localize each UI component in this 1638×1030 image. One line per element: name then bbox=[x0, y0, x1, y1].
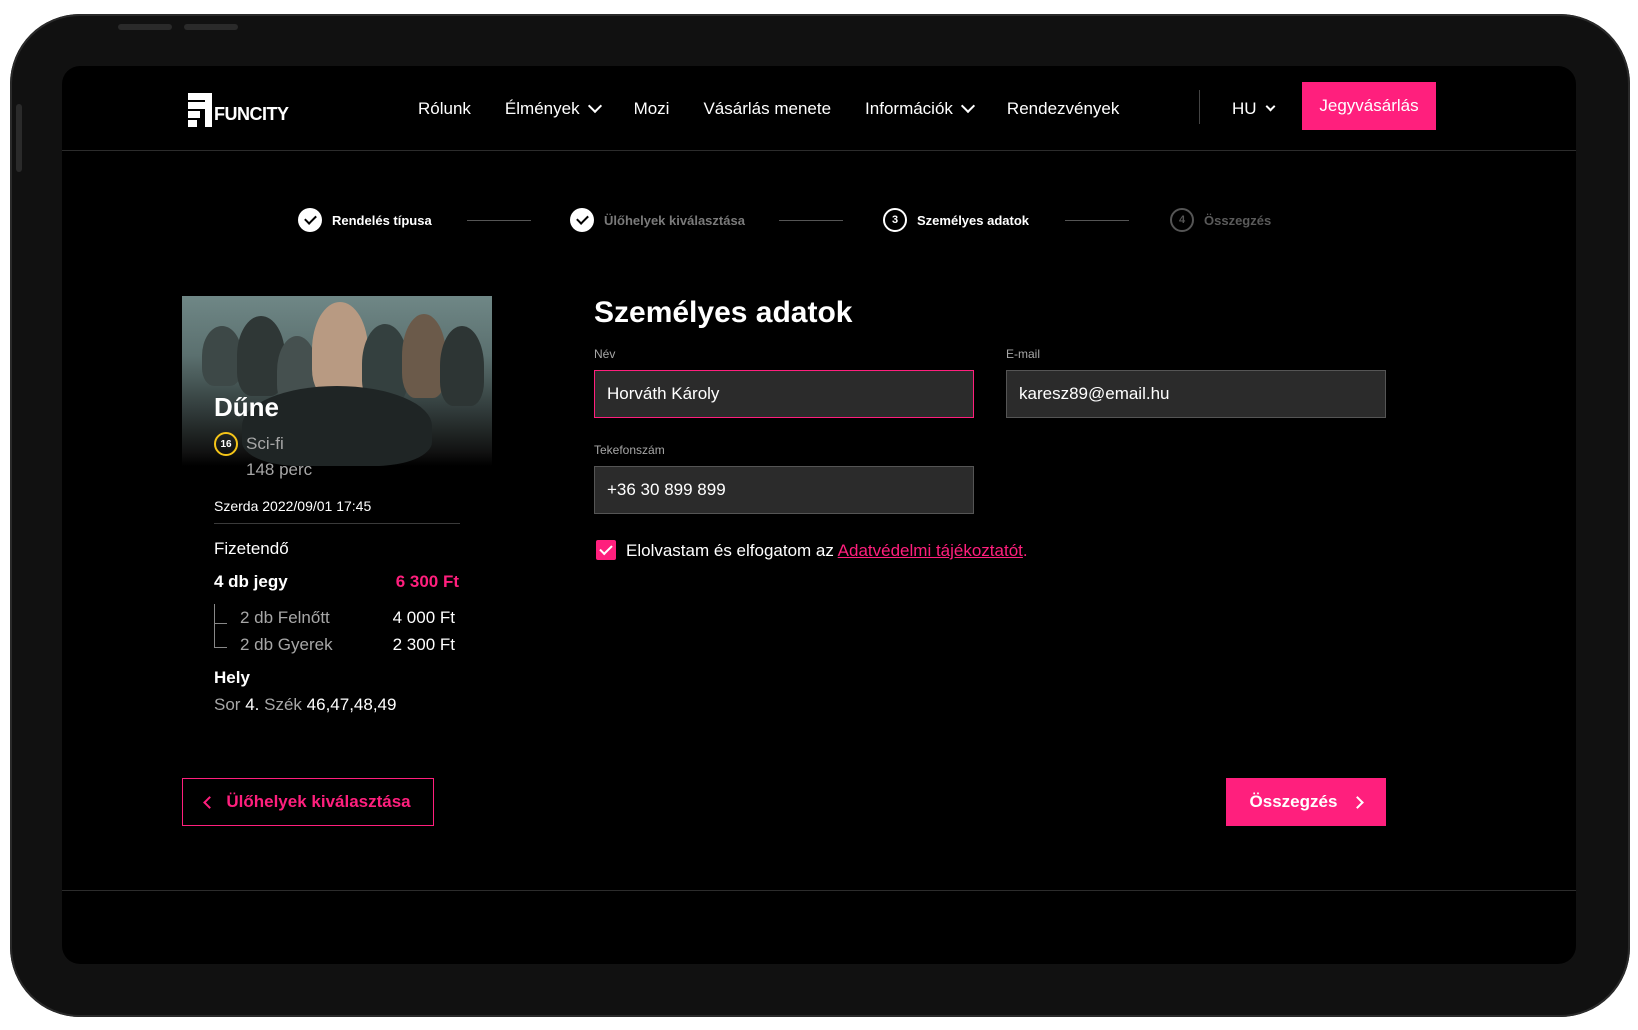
phone-input[interactable] bbox=[594, 466, 974, 514]
step-number: 3 bbox=[883, 208, 907, 232]
summary-button[interactable]: Összegzés bbox=[1226, 778, 1386, 826]
brand-name: FUNCITY bbox=[214, 103, 289, 124]
tickets-count: 4 db jegy bbox=[214, 572, 288, 591]
nav-label: Vásárlás menete bbox=[703, 98, 832, 118]
screen: FUNCITY Rólunk Élmények Mozi Vásárlás me… bbox=[62, 66, 1576, 964]
step-personal-data[interactable]: 3 Személyes adatok bbox=[883, 208, 1029, 232]
step-label: Személyes adatok bbox=[917, 212, 1030, 228]
main-nav: Rólunk Élmények Mozi Vásárlás menete Inf… bbox=[418, 66, 1153, 151]
email-label: E-mail bbox=[1006, 347, 1041, 361]
step-connector bbox=[467, 220, 531, 221]
buy-tickets-button[interactable]: Jegyvásárlás bbox=[1302, 82, 1436, 130]
movie-title: Dűne bbox=[214, 392, 279, 422]
nav-label: Rólunk bbox=[418, 98, 471, 118]
tickets-total: 6 300 Ft bbox=[395, 572, 459, 591]
card-divider bbox=[214, 523, 460, 524]
consent-prefix: Elolvastam és elfogatom az bbox=[626, 541, 838, 560]
step-summary[interactable]: 4 Összegzés bbox=[1170, 208, 1271, 232]
brand-logo[interactable]: FUNCITY bbox=[188, 93, 289, 127]
chevron-left-icon bbox=[203, 795, 217, 809]
step-label: Összegzés bbox=[1204, 212, 1272, 228]
seat-word: Szék bbox=[264, 695, 302, 714]
nav-item-vasarlas-menete[interactable]: Vásárlás menete bbox=[703, 99, 831, 119]
seat-value: 46,47,48,49 bbox=[306, 695, 397, 714]
breakdown-adult-label: 2 db Felnőtt bbox=[240, 608, 330, 627]
phone-label: Tekefonszám bbox=[594, 443, 665, 457]
breakdown-child-label: 2 db Gyerek bbox=[240, 635, 333, 654]
step-connector bbox=[779, 220, 843, 221]
back-to-seats-button[interactable]: Ülőhelyek kiválasztása bbox=[182, 778, 434, 826]
step-number: 4 bbox=[1170, 208, 1194, 232]
nav-label: Rendezvények bbox=[1006, 98, 1120, 118]
nav-divider bbox=[1199, 90, 1200, 124]
breakdown-adult-value: 4 000 Ft bbox=[392, 608, 455, 627]
chevron-down-icon bbox=[587, 98, 602, 113]
screening-datetime: Szerda 2022/09/01 17:45 bbox=[214, 498, 372, 514]
chevron-down-icon bbox=[960, 98, 975, 113]
nav-label: Élmények bbox=[504, 98, 580, 118]
breakdown-child-value: 2 300 Ft bbox=[392, 635, 455, 654]
nav-item-mozi[interactable]: Mozi bbox=[634, 99, 670, 119]
privacy-policy-link[interactable]: Adatvédelmi tájékoztatót bbox=[838, 541, 1023, 560]
consent-text: Elolvastam és elfogatom az Adatvédelmi t… bbox=[626, 541, 1028, 561]
seat-label: Hely bbox=[214, 668, 250, 687]
nav-item-rolunk[interactable]: Rólunk bbox=[418, 99, 471, 119]
step-seat-selection[interactable]: Ülőhelyek kiválasztása bbox=[570, 208, 745, 232]
volume-button bbox=[118, 24, 172, 30]
power-button bbox=[184, 24, 238, 30]
checkout-stepper: Rendelés típusa Ülőhelyek kiválasztása 3… bbox=[62, 196, 1576, 246]
consent-checkbox[interactable] bbox=[596, 540, 616, 560]
step-order-type[interactable]: Rendelés típusa bbox=[298, 208, 432, 232]
side-button bbox=[16, 104, 22, 172]
check-icon bbox=[570, 208, 594, 232]
nav-item-rendezvenyek[interactable]: Rendezvények bbox=[1007, 99, 1119, 119]
next-label: Összegzés bbox=[1249, 792, 1338, 811]
seat-info: Sor 4. Szék 46,47,48,49 bbox=[214, 695, 396, 715]
header: FUNCITY Rólunk Élmények Mozi Vásárlás me… bbox=[62, 66, 1576, 151]
nav-label: Mozi bbox=[633, 98, 670, 118]
step-label: Ülőhelyek kiválasztása bbox=[604, 212, 745, 228]
form-title: Személyes adatok bbox=[594, 296, 853, 329]
footer-divider bbox=[62, 890, 1576, 891]
email-input[interactable] bbox=[1006, 370, 1386, 418]
nav-label: Információk bbox=[865, 98, 953, 118]
chevron-down-icon bbox=[1265, 101, 1276, 112]
name-input[interactable] bbox=[594, 370, 974, 418]
step-label: Rendelés típusa bbox=[332, 212, 432, 228]
chevron-right-icon bbox=[1351, 795, 1365, 809]
language-selector[interactable]: HU bbox=[1232, 66, 1276, 151]
breakdown-tree bbox=[214, 604, 227, 648]
row-value: 4. bbox=[245, 695, 260, 714]
check-icon bbox=[298, 208, 322, 232]
language-label: HU bbox=[1232, 98, 1257, 118]
consent-suffix: . bbox=[1022, 541, 1028, 560]
name-label: Név bbox=[594, 347, 616, 361]
nav-item-elmenyek[interactable]: Élmények bbox=[504, 98, 602, 119]
nav-item-informaciok[interactable]: Információk bbox=[865, 98, 975, 119]
payable-label: Fizetendő bbox=[214, 539, 289, 558]
row-word: Sor bbox=[214, 695, 241, 714]
movie-duration: 148 perc bbox=[246, 460, 313, 479]
movie-genre: Sci-fi bbox=[246, 434, 284, 453]
step-connector bbox=[1065, 220, 1129, 221]
logo-icon bbox=[188, 93, 212, 127]
back-label: Ülőhelyek kiválasztása bbox=[226, 792, 411, 811]
age-rating-badge: 16 bbox=[214, 432, 238, 456]
